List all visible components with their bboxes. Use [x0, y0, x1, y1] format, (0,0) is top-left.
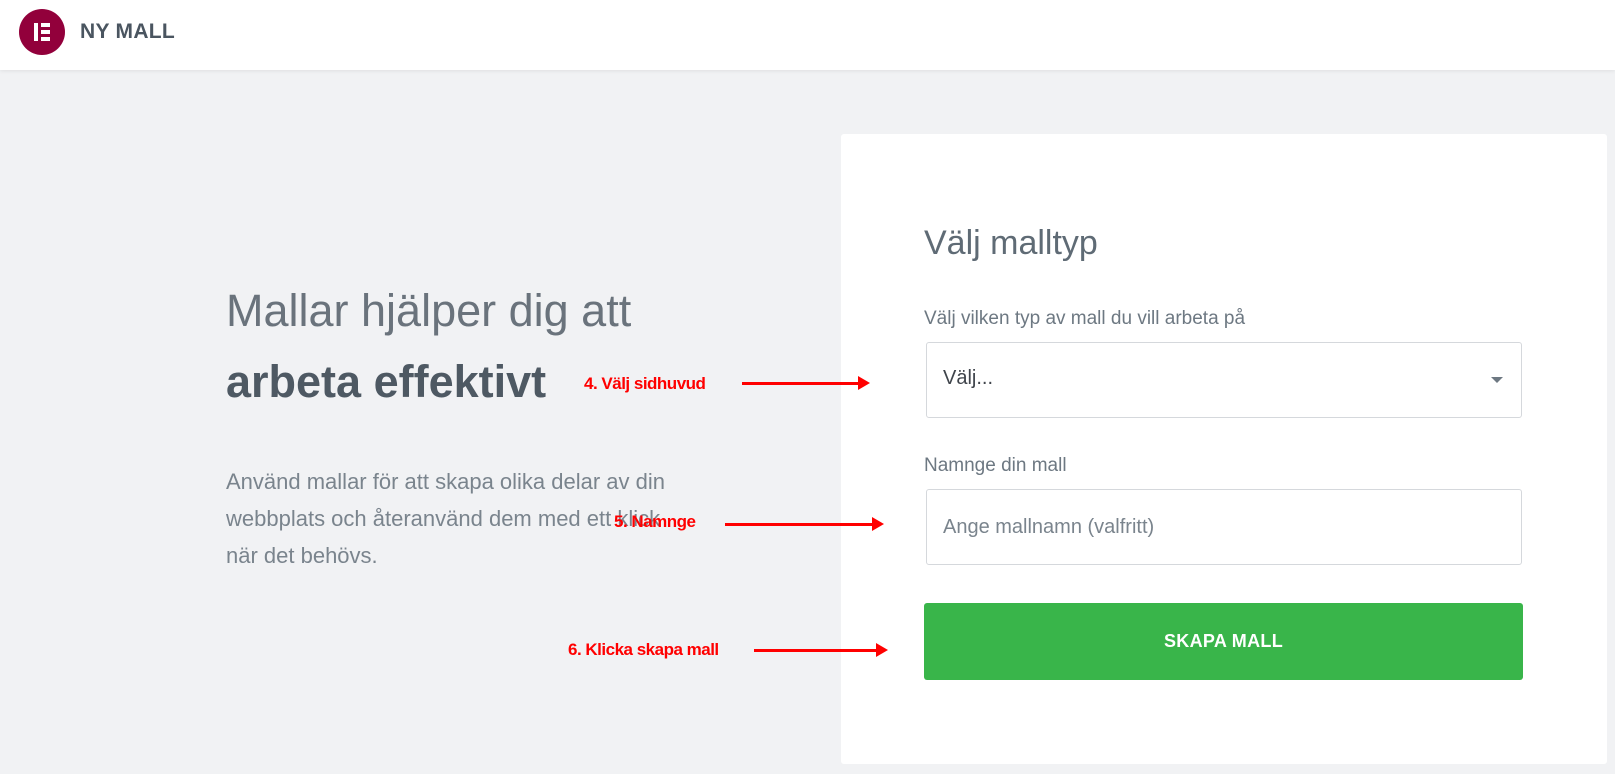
headline-line-2: arbeta effektivt [226, 356, 547, 407]
create-template-button[interactable]: SKAPA MALL [924, 603, 1523, 680]
template-name-input[interactable] [926, 489, 1522, 565]
annotation-arrow-icon [754, 643, 888, 657]
logo-bar-top [41, 23, 50, 27]
annotation-arrow-icon [742, 376, 870, 390]
template-type-card: Välj malltyp Välj vilken typ av mall du … [841, 134, 1607, 764]
annotation-step-6: 6. Klicka skapa mall [568, 640, 719, 659]
template-name-label: Namnge din mall [924, 455, 1067, 476]
headline-line-1: Mallar hjälper dig att [226, 285, 632, 336]
template-type-selected-value: Välj... [943, 367, 994, 389]
card-title: Välj malltyp [924, 224, 1098, 262]
logo-bar-bottom [41, 37, 50, 41]
logo-bar-vertical [34, 23, 38, 41]
annotation-step-4: 4. Välj sidhuvud [584, 374, 706, 393]
page-title: NY MALL [80, 20, 176, 43]
logo-bar-middle [41, 30, 50, 34]
top-bar: NY MALL [0, 0, 1615, 70]
annotation-arrow-icon [725, 517, 884, 531]
elementor-logo-icon [19, 9, 65, 55]
template-type-label: Välj vilken typ av mall du vill arbeta p… [924, 308, 1246, 329]
annotation-step-5: 5. Namnge [614, 512, 696, 531]
chevron-down-icon [1491, 377, 1503, 383]
template-type-select[interactable]: Välj... [926, 342, 1522, 418]
